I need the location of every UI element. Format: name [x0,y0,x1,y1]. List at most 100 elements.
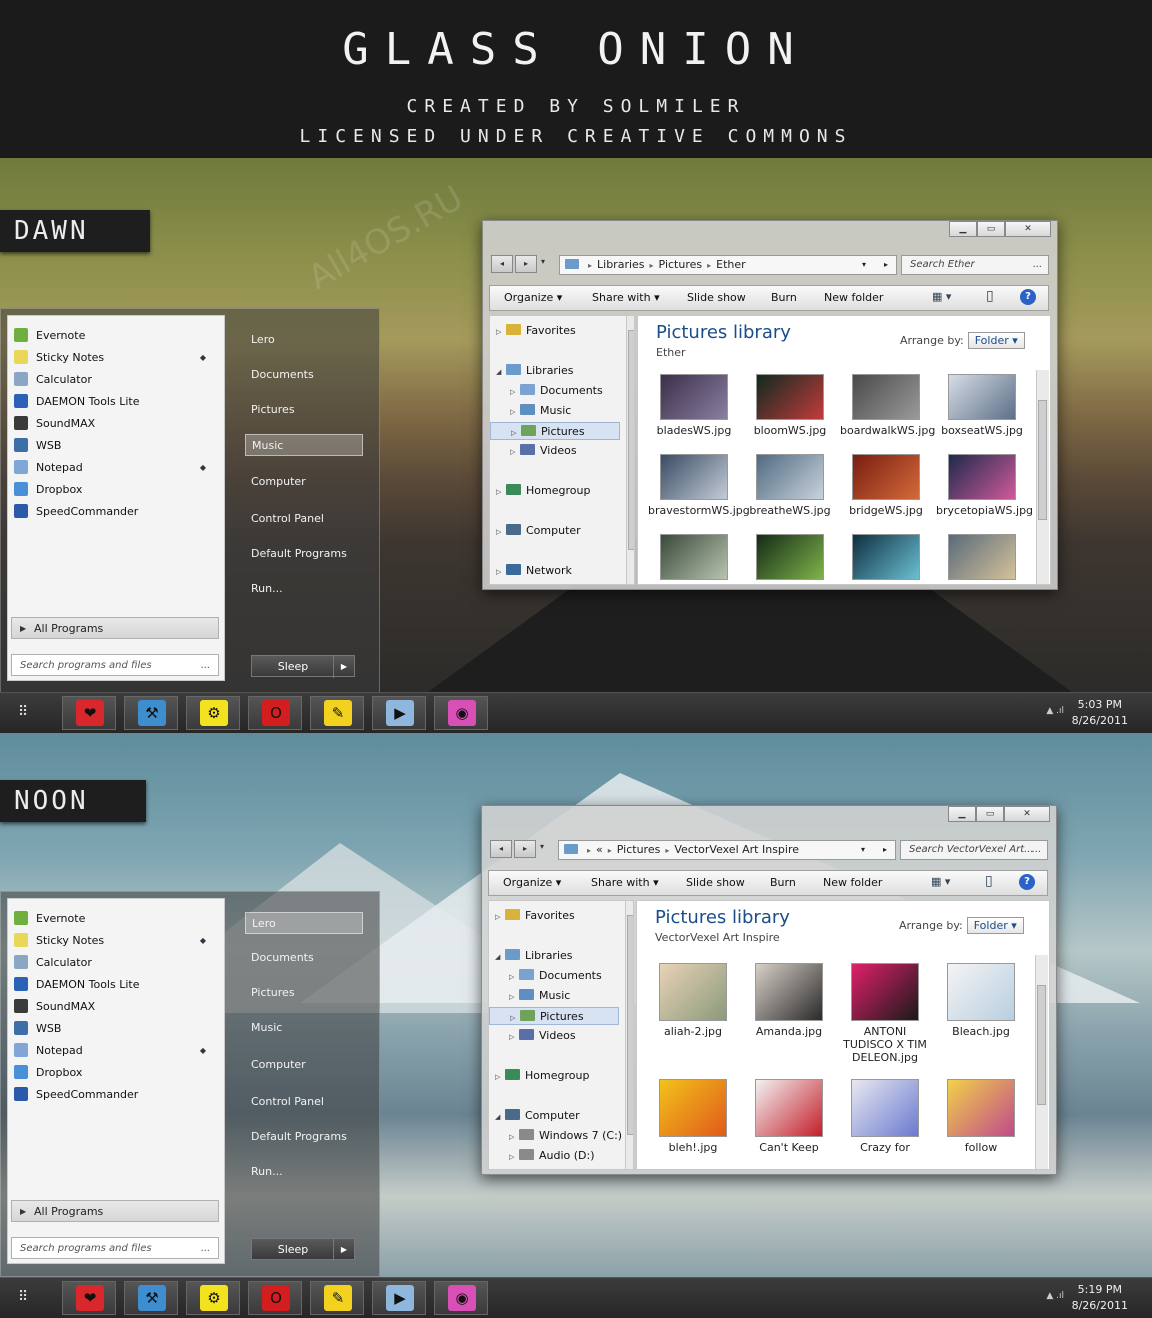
expand-arrow-icon[interactable]: ▷ [496,323,506,341]
file-item[interactable]: boardwalkWS.jpg [840,374,935,437]
taskbar-button-media-player[interactable]: ▶ [372,1281,426,1315]
preview-pane-icon[interactable]: ▯ [986,288,994,304]
expand-arrow-icon[interactable]: ▷ [509,968,519,986]
recent-pages-icon[interactable]: ▾ [540,842,544,851]
nav-item-favorites[interactable]: ▷ Favorites [496,322,576,340]
view-options-icon[interactable]: ▦ ▾ [931,875,950,888]
expand-arrow-icon[interactable]: ▷ [496,483,506,501]
nav-item-libraries[interactable]: ◢ Libraries [495,947,573,965]
expand-arrow-icon[interactable]: ▷ [509,1148,519,1166]
maximize-button[interactable]: ▭ [977,221,1005,237]
expand-arrow-icon[interactable]: ▷ [510,403,520,421]
file-item[interactable]: bravestormWS.jpg [648,454,750,517]
nav-item-videos[interactable]: ▷ Videos [509,1027,576,1045]
refresh-icon[interactable]: ▸ [883,841,887,859]
scrollbar-thumb[interactable] [627,915,633,1135]
expand-arrow-icon[interactable]: ▷ [511,424,521,442]
toolbar-slide-show[interactable]: Slide show [687,291,746,304]
tray-network-icon[interactable]: ▲ .ıl [1046,1291,1064,1301]
start-item-evernote[interactable]: Evernote [14,325,218,345]
expand-arrow-icon[interactable]: ◢ [495,948,505,966]
taskbar-button-media-player[interactable]: ▶ [372,696,426,730]
nav-item-audio-d[interactable]: ▷ Audio (D:) [509,1147,595,1165]
expand-arrow-icon[interactable]: ▷ [509,1028,519,1046]
view-options-icon[interactable]: ▦ ▾ [932,290,951,303]
expand-arrow-icon[interactable]: ▷ [510,383,520,401]
expand-arrow-icon[interactable]: ▷ [495,908,505,926]
expand-arrow-icon[interactable]: ▷ [509,1128,519,1146]
forward-button[interactable]: ▸ [514,840,536,858]
expand-arrow-icon[interactable]: ◢ [495,1108,505,1126]
taskbar-button-tools[interactable]: ⚒ [124,1281,178,1315]
taskbar-button-gear[interactable]: ⚙ [186,696,240,730]
nav-item-videos[interactable]: ▷ Videos [510,442,577,460]
nav-item-windows-7-c[interactable]: ▷ Windows 7 (C:) [509,1127,622,1145]
taskbar-button-game[interactable]: ◉ [434,696,488,730]
start-place-pictures[interactable]: Pictures [245,982,363,1004]
start-item-sticky-notes[interactable]: Sticky Notes ◆ [14,347,218,367]
expand-arrow-icon[interactable]: ▷ [510,443,520,461]
file-item[interactable]: follow [935,1079,1027,1154]
file-item[interactable]: aliah-2.jpg [647,963,739,1038]
address-dropdown-icon[interactable]: ▾ [862,256,866,274]
start-place-computer[interactable]: Computer [245,1054,363,1076]
file-item[interactable]: Can't Keep [743,1079,835,1154]
arrange-dropdown[interactable]: Folder ▾ [966,917,1024,934]
file-item[interactable]: bleh!.jpg [647,1079,739,1154]
file-item[interactable]: boxseatWS.jpg [936,374,1028,437]
tray-network-icon[interactable]: ▲ .ıl [1046,706,1064,716]
taskbar-button-dropper[interactable]: ✎ [310,1281,364,1315]
start-place-control-panel[interactable]: Control Panel [245,1091,363,1113]
maximize-button[interactable]: ▭ [976,806,1004,822]
start-button[interactable]: ⠿ [18,1289,28,1305]
start-place-pictures[interactable]: Pictures [245,399,363,421]
start-item-wsb[interactable]: WSB [14,435,218,455]
nav-scrollbar[interactable] [625,901,633,1169]
shutdown-options-icon[interactable]: ▶ [333,1239,354,1261]
address-dropdown-icon[interactable]: ▾ [861,841,865,859]
taskbar-button-game[interactable]: ◉ [434,1281,488,1315]
start-place-control-panel[interactable]: Control Panel [245,508,363,530]
help-icon[interactable]: ? [1019,874,1035,890]
nav-item-pictures[interactable]: ▷ Pictures [490,422,620,440]
back-button[interactable]: ◂ [490,840,512,858]
clock[interactable]: 5:03 PM 8/26/2011 [1072,697,1128,729]
help-icon[interactable]: ? [1020,289,1036,305]
expand-arrow-icon[interactable]: ▷ [510,1009,520,1027]
close-button[interactable]: ✕ [1005,221,1051,237]
toolbar-share-with[interactable]: Share with ▾ [591,876,659,889]
all-programs-button[interactable]: All Programs [11,617,219,640]
minimize-button[interactable]: ▁ [949,221,977,237]
start-item-speedcommander[interactable]: SpeedCommander [14,501,218,521]
toolbar-new-folder[interactable]: New folder [824,291,883,304]
start-place-documents[interactable]: Documents [245,947,363,969]
taskbar-button-opera[interactable]: O [248,1281,302,1315]
start-place-music[interactable]: Music [245,434,363,456]
taskbar-button-tools[interactable]: ⚒ [124,696,178,730]
sleep-button[interactable]: Sleep ▶ [251,1238,355,1261]
toolbar-new-folder[interactable]: New folder [823,876,882,889]
clock[interactable]: 5:19 PM 8/26/2011 [1072,1282,1128,1314]
address-bar[interactable]: ▸ Libraries ▸ Pictures ▸ Ether ▾ ▸ [559,255,897,275]
nav-item-libraries[interactable]: ◢ Libraries [496,362,574,380]
start-item-wsb[interactable]: WSB [14,1018,218,1038]
arrange-dropdown[interactable]: Folder ▾ [967,332,1025,349]
file-item[interactable]: cageWS.jpg [840,534,932,584]
breadcrumb-item[interactable]: Pictures [617,843,661,856]
nav-item-favorites[interactable]: ▷ Favorites [495,907,575,925]
start-item-dropbox[interactable]: Dropbox [14,1062,218,1082]
file-item[interactable]: bladesWS.jpg [648,374,740,437]
toolbar-burn[interactable]: Burn [771,291,797,304]
start-item-speedcommander[interactable]: SpeedCommander [14,1084,218,1104]
nav-item-music[interactable]: ▷ Music [509,987,570,1005]
expand-arrow-icon[interactable]: ▷ [496,523,506,541]
start-item-daemon-tools-lite[interactable]: DAEMON Tools Lite [14,974,218,994]
start-item-evernote[interactable]: Evernote [14,908,218,928]
taskbar-button-opera[interactable]: O [248,696,302,730]
toolbar-organize[interactable]: Organize ▾ [503,876,561,889]
minimize-button[interactable]: ▁ [948,806,976,822]
nav-item-computer[interactable]: ◢ Computer [495,1107,580,1125]
start-item-sticky-notes[interactable]: Sticky Notes ◆ [14,930,218,950]
start-place-default-programs[interactable]: Default Programs [245,543,363,565]
preview-pane-icon[interactable]: ▯ [985,873,993,889]
